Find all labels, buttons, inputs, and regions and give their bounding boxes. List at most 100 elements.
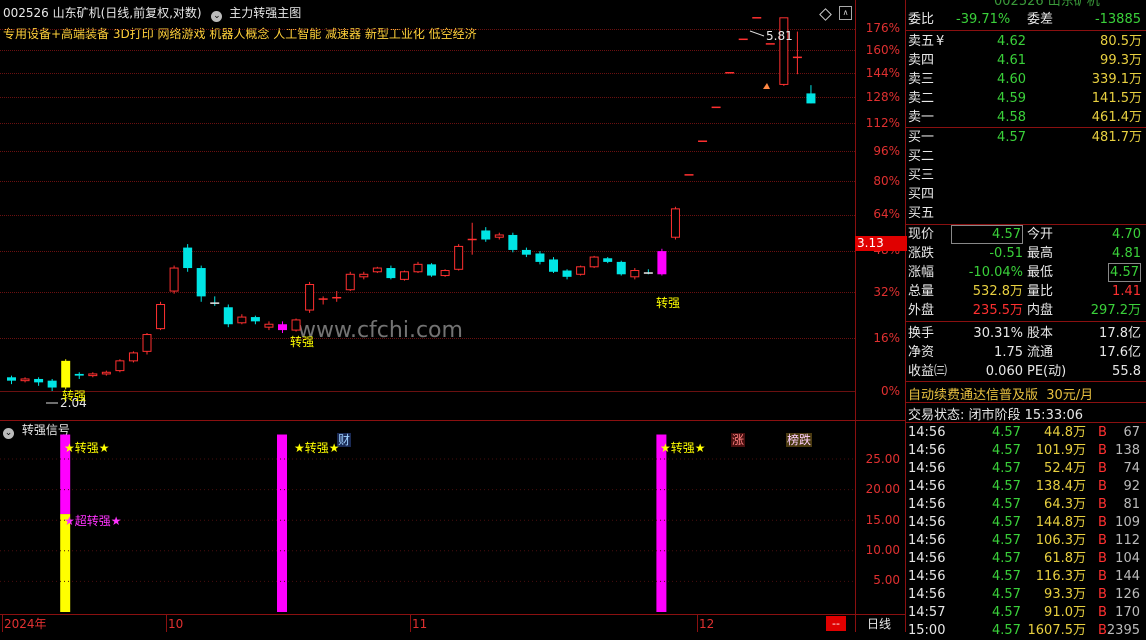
- buy-level-row[interactable]: 买一 4.57 481.7万: [906, 128, 1146, 147]
- buy-level-row[interactable]: 买二: [906, 147, 1146, 166]
- x-axis-dash-button[interactable]: --: [826, 616, 846, 631]
- stat-label: 净资: [908, 344, 935, 360]
- tick-price: 4.57: [992, 479, 1021, 494]
- currency-mark: ¥: [936, 34, 945, 49]
- candle-body-down: [535, 253, 545, 262]
- high-arrow: [749, 30, 765, 37]
- y-label: 64%: [873, 207, 900, 221]
- tick-row: 15:00 4.57 1607.5万 B 2395: [906, 622, 1146, 640]
- signal-candle: [61, 360, 71, 388]
- tick-price: 4.57: [992, 425, 1021, 440]
- trade-status: 交易状态: 闭市阶段 15:33:06: [908, 408, 1084, 423]
- candle-body-down: [250, 317, 260, 322]
- candle-body-up: [779, 17, 789, 85]
- weibi-value: -39.71%: [956, 12, 1011, 27]
- promo-link[interactable]: 自动续费通达信普及版 30元/月: [908, 384, 1093, 403]
- stat-row: 外盘 235.5万 内盘 297.2万: [906, 301, 1146, 320]
- signal-label: 转强: [656, 296, 681, 310]
- stat-label: 收益㈢: [908, 364, 948, 380]
- candle-body-up: [88, 373, 98, 377]
- candle-body-up: [101, 371, 111, 375]
- tick-price: 4.57: [992, 605, 1021, 620]
- sell-level-row[interactable]: 卖一 4.58 461.4万: [906, 108, 1146, 127]
- candle-body-up: [169, 267, 179, 292]
- tick-volume: 116.3万: [1035, 569, 1086, 584]
- tick-volume: 93.3万: [1044, 587, 1086, 602]
- tick-price: 4.57: [992, 569, 1021, 584]
- tick-row: 14:56 4.57 64.3万 B 81: [906, 496, 1146, 514]
- stat-label: 流通: [1027, 344, 1054, 360]
- stat-value: 4.81: [1112, 246, 1141, 261]
- buy-level-row[interactable]: 买五: [906, 204, 1146, 223]
- sell-level-row[interactable]: 卖三 4.60 339.1万: [906, 70, 1146, 89]
- level-price: 4.57: [997, 130, 1026, 145]
- signal-bar: [277, 434, 287, 612]
- tick-price: 4.57: [992, 623, 1021, 638]
- tick-volume: 1607.5万: [1027, 623, 1087, 638]
- divider: [906, 381, 1146, 382]
- quote-panel-title-partial: 002526 山东矿机: [994, 0, 1100, 9]
- tick-side: B: [1098, 533, 1107, 548]
- candle-body-down: [223, 307, 233, 325]
- tick-side: B: [1098, 551, 1107, 566]
- stat-label: 最高: [1027, 246, 1054, 261]
- stat-row: 换手 30.31% 股本 17.8亿: [906, 324, 1146, 343]
- tick-row: 14:56 4.57 61.8万 B 104: [906, 550, 1146, 568]
- sell-level-row[interactable]: 卖五 ¥4.62 80.5万: [906, 32, 1146, 51]
- stat-value: -0.51: [989, 246, 1023, 261]
- tick-volume: 106.3万: [1035, 533, 1086, 548]
- stat-value: -10.04%: [968, 265, 1023, 280]
- candle-body-down: [74, 373, 84, 376]
- signal-histogram: [0, 434, 855, 612]
- weicha-label: 委差: [1027, 12, 1054, 27]
- stat-label: 外盘: [908, 303, 935, 318]
- divider: [906, 321, 1146, 322]
- tick-volume: 64.3万: [1044, 497, 1086, 512]
- sell-level-row[interactable]: 卖二 4.59 141.5万: [906, 89, 1146, 108]
- x-tick: [166, 614, 167, 632]
- candle-body-down: [183, 247, 193, 269]
- level-price: 4.61: [997, 53, 1026, 68]
- level-volume: 481.7万: [1091, 130, 1142, 145]
- buy-level-row[interactable]: 买三: [906, 166, 1146, 185]
- candle-body-up: [670, 208, 680, 238]
- sub-y-label: 5.00: [873, 573, 900, 587]
- candle-body-down: [508, 234, 518, 250]
- level-volume: 80.5万: [1100, 34, 1142, 49]
- candle-body-up: [576, 266, 586, 275]
- tick-row: 14:56 4.57 44.8万 B 67: [906, 424, 1146, 442]
- tick-volume: 138.4万: [1035, 479, 1086, 494]
- signal-candle: [657, 251, 667, 275]
- candle-body-down: [427, 264, 437, 276]
- level-label: 买四: [908, 187, 935, 202]
- tick-count: 109: [1115, 515, 1140, 530]
- y-label: 144%: [865, 66, 900, 80]
- tick-count: 74: [1123, 461, 1140, 476]
- candle-body-up: [454, 245, 464, 270]
- level-price: 4.59: [997, 91, 1026, 106]
- tick-time: 14:56: [908, 569, 946, 584]
- sell-level-row[interactable]: 卖四 4.61 99.3万: [906, 51, 1146, 70]
- buy-level-row[interactable]: 买四: [906, 185, 1146, 204]
- x-axis-label: 2024年: [4, 617, 47, 631]
- period-selector[interactable]: 日线: [867, 617, 891, 631]
- x-axis-label: 12: [699, 617, 715, 631]
- stat-label: 量比: [1027, 284, 1054, 299]
- candle-body-down: [34, 378, 44, 383]
- candle-body-up: [413, 263, 423, 273]
- stat-value: 17.8亿: [1099, 325, 1141, 341]
- tick-count: 138: [1115, 443, 1140, 458]
- x-axis-label: 11: [412, 617, 428, 631]
- stat-row: 总量 532.8万 量比 1.41: [906, 282, 1146, 301]
- sub-y-label: 25.00: [865, 452, 900, 466]
- stat-row: 净资 1.75 流通 17.6亿: [906, 343, 1146, 362]
- divider: [906, 422, 1146, 423]
- candle-body-up: [264, 323, 274, 328]
- stat-value: 4.70: [1112, 227, 1141, 242]
- stat-row: 收益㈢ 0.060 PE(动) 55.8: [906, 362, 1146, 381]
- candle-body-down: [196, 268, 206, 297]
- stat-value: 4.57: [1108, 263, 1141, 282]
- tick-volume: 144.8万: [1035, 515, 1086, 530]
- candle-body-up: [345, 273, 355, 291]
- sub-y-label: 10.00: [865, 543, 900, 557]
